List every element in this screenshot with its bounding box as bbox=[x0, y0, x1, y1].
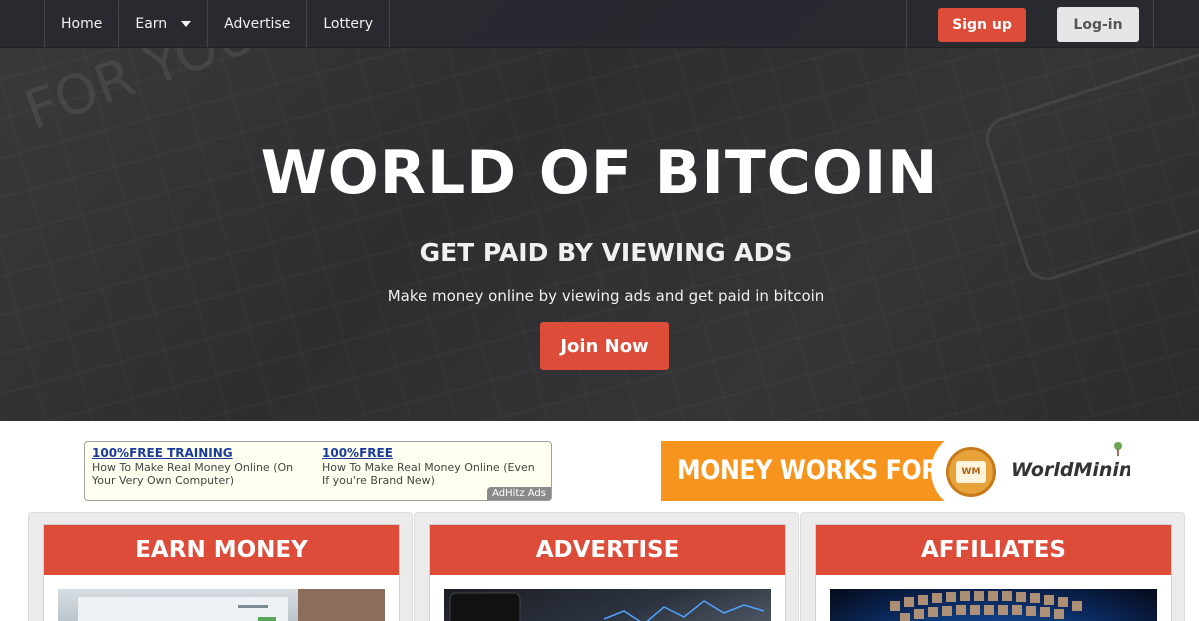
tree-icon bbox=[1114, 442, 1122, 456]
join-now-button[interactable]: Join Now bbox=[540, 322, 669, 370]
people-globe-icon bbox=[890, 591, 1082, 621]
log-in-button[interactable]: Log-in bbox=[1057, 7, 1139, 42]
nav-item-label: Lottery bbox=[323, 15, 374, 32]
text-ad-title[interactable]: 100%FREE TRAINING bbox=[92, 446, 312, 460]
nav-item-label: Advertise bbox=[224, 15, 291, 32]
ad-network-tag[interactable]: AdHitz Ads bbox=[487, 487, 551, 500]
text-ad-title[interactable]: 100%FREE bbox=[322, 446, 542, 460]
text-ad-body: How To Make Real Money Online (On Your V… bbox=[92, 461, 294, 487]
card-title[interactable]: EARN MONEY bbox=[44, 525, 399, 575]
card-panel: ADVERTISE bbox=[429, 524, 786, 621]
card-image-earn[interactable] bbox=[58, 589, 385, 621]
text-ad-item[interactable]: 100%FREE How To Make Real Money Online (… bbox=[322, 446, 542, 487]
card-panel: EARN MONEY bbox=[43, 524, 400, 621]
card-advertise: ADVERTISE bbox=[414, 512, 799, 621]
stock-chart-icon bbox=[449, 592, 765, 621]
card-earn-money: EARN MONEY bbox=[28, 512, 413, 621]
feature-cards: EARN MONEY ADVERTISE AFFILIATES bbox=[28, 512, 1198, 621]
card-title[interactable]: AFFILIATES bbox=[816, 525, 1171, 575]
nav-item-advertise[interactable]: Advertise bbox=[208, 0, 308, 47]
banner-seal-label: WM bbox=[956, 461, 986, 483]
nav-item-home[interactable]: Home bbox=[44, 0, 120, 47]
card-panel: AFFILIATES bbox=[815, 524, 1172, 621]
nav-item-label: Home bbox=[61, 15, 103, 32]
hero-description: Make money online by viewing ads and get… bbox=[387, 287, 825, 305]
laptop-screen-icon bbox=[78, 589, 385, 621]
hero-section: FOR YOU WORLD OF BITCOIN GET PAID BY VIE… bbox=[0, 0, 1199, 421]
worldmining-logo-icon: WM bbox=[946, 447, 996, 497]
card-image-affiliates[interactable] bbox=[830, 589, 1157, 621]
nav-item-lottery[interactable]: Lottery bbox=[307, 0, 391, 47]
nav-menu: Home Earn Advertise Lottery bbox=[44, 0, 391, 47]
card-affiliates: AFFILIATES bbox=[800, 512, 1185, 621]
chevron-down-icon bbox=[181, 20, 192, 27]
sign-up-button[interactable]: Sign up bbox=[938, 8, 1026, 42]
banner-ad[interactable]: MONEY WORKS FOR US WM WorldMining bbox=[661, 441, 1130, 501]
text-ad-block: 100%FREE TRAINING How To Make Real Money… bbox=[84, 441, 552, 501]
card-image-advertise[interactable] bbox=[444, 589, 771, 621]
hero-title: WORLD OF BITCOIN bbox=[260, 138, 939, 208]
text-ad-item[interactable]: 100%FREE TRAINING How To Make Real Money… bbox=[92, 446, 312, 487]
text-ad-body: How To Make Real Money Online (Even If y… bbox=[322, 461, 535, 487]
top-navbar: Home Earn Advertise Lottery Sign up Log-… bbox=[0, 0, 1199, 48]
card-title[interactable]: ADVERTISE bbox=[430, 525, 785, 575]
banner-brand: WorldMining bbox=[1011, 459, 1130, 481]
hero-subtitle: GET PAID BY VIEWING ADS bbox=[419, 238, 793, 267]
nav-item-label: Earn bbox=[135, 15, 168, 32]
nav-item-earn[interactable]: Earn bbox=[119, 0, 209, 47]
nav-auth-group: Sign up Log-in bbox=[906, 0, 1154, 48]
